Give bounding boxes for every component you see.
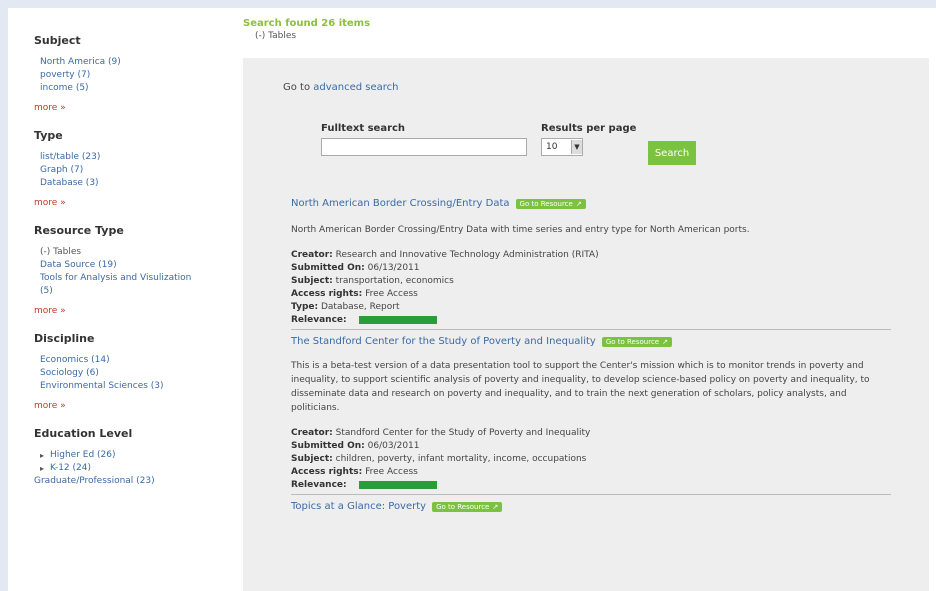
page: Subject North America (9) poverty (7) in… — [8, 8, 936, 591]
facet-item[interactable]: Tools for Analysis and Visulization — [40, 272, 234, 285]
go-to-resource-button[interactable]: Go to Resource ↗ — [515, 198, 586, 209]
facet-item[interactable]: Data Source (19) — [40, 259, 234, 272]
facet-type: Type list/table (23) Graph (7) Database … — [34, 129, 234, 208]
result-description: This is a beta-test version of a data pr… — [291, 361, 870, 413]
search-status: Search found 26 items (-) Tables — [243, 18, 370, 41]
advanced-search: Go to advanced search — [283, 82, 399, 93]
result-title[interactable]: North American Border Crossing/Entry Dat… — [291, 198, 510, 209]
facet-item[interactable]: K-12 (24) — [40, 462, 234, 475]
result-title[interactable]: The Standford Center for the Study of Po… — [291, 336, 596, 347]
go-to-resource-button[interactable]: Go to Resource ↗ — [432, 501, 503, 512]
facet-item[interactable]: poverty (7) — [40, 69, 234, 82]
advanced-prefix: Go to — [283, 82, 314, 93]
facet-item[interactable]: Economics (14) — [40, 354, 234, 367]
facet-selected[interactable]: (-) Tables — [40, 246, 234, 259]
more-link[interactable]: more » — [34, 306, 234, 316]
result-item: Topics at a Glance: Poverty Go to Resour… — [291, 501, 891, 528]
facet-item[interactable]: list/table (23) — [40, 151, 234, 164]
facet-education-level: Education Level Higher Ed (26) K-12 (24)… — [34, 427, 234, 488]
result-description: North American Border Crossing/Entry Dat… — [291, 225, 750, 235]
search-button[interactable]: Search — [648, 141, 696, 165]
result-meta: Creator: Research and Innovative Technol… — [291, 250, 599, 325]
facet-item[interactable]: North America (9) — [40, 56, 234, 69]
facet-title: Type — [34, 129, 63, 142]
facet-subject: Subject North America (9) poverty (7) in… — [34, 34, 234, 113]
results-list: North American Border Crossing/Entry Dat… — [291, 198, 891, 534]
relevance-bar — [358, 480, 437, 489]
result-meta: Creator: Standford Center for the Study … — [291, 428, 591, 490]
relevance-bar — [358, 315, 437, 324]
facet-item[interactable]: (5) — [40, 285, 234, 298]
facet-item[interactable]: Graph (7) — [40, 164, 234, 177]
facet-item[interactable]: Environmental Sciences (3) — [40, 380, 234, 393]
result-title[interactable]: Topics at a Glance: Poverty — [291, 501, 426, 512]
result-item: The Standford Center for the Study of Po… — [291, 336, 891, 495]
results-per-page-label: Results per page — [541, 123, 637, 134]
external-link-icon: ↗ — [492, 502, 499, 511]
more-link[interactable]: more » — [34, 401, 234, 411]
facet-item[interactable]: Higher Ed (26) — [40, 449, 234, 462]
results-per-page-select[interactable]: 10 ▼ — [541, 138, 583, 156]
advanced-search-link[interactable]: advanced search — [313, 82, 398, 93]
facet-resource-type: Resource Type (-) Tables Data Source (19… — [34, 224, 234, 316]
facet-title: Resource Type — [34, 224, 124, 237]
more-link[interactable]: more » — [34, 198, 234, 208]
facet-item[interactable]: Sociology (6) — [40, 367, 234, 380]
facet-title: Education Level — [34, 427, 133, 440]
facet-item[interactable]: income (5) — [40, 82, 234, 95]
result-item: North American Border Crossing/Entry Dat… — [291, 198, 891, 330]
facet-item[interactable]: Database (3) — [40, 177, 234, 190]
active-filter[interactable]: (-) Tables — [255, 31, 370, 41]
facet-item[interactable]: Graduate/Professional (23) — [34, 475, 234, 488]
more-link[interactable]: more » — [34, 103, 234, 113]
facet-discipline: Discipline Economics (14) Sociology (6) … — [34, 332, 234, 411]
go-to-resource-button[interactable]: Go to Resource ↗ — [601, 336, 672, 347]
facet-title: Subject — [34, 34, 81, 47]
external-link-icon: ↗ — [575, 199, 582, 208]
facet-sidebar: Subject North America (9) poverty (7) in… — [34, 34, 234, 504]
results-panel: Go to advanced search Fulltext search Re… — [243, 58, 929, 591]
fulltext-label: Fulltext search — [321, 123, 406, 134]
fulltext-input[interactable] — [321, 138, 527, 156]
chevron-down-icon[interactable]: ▼ — [571, 140, 582, 154]
result-count: Search found 26 items — [243, 18, 371, 29]
external-link-icon: ↗ — [662, 337, 668, 346]
results-per-page-value: 10 — [546, 142, 558, 152]
facet-title: Discipline — [34, 332, 95, 345]
